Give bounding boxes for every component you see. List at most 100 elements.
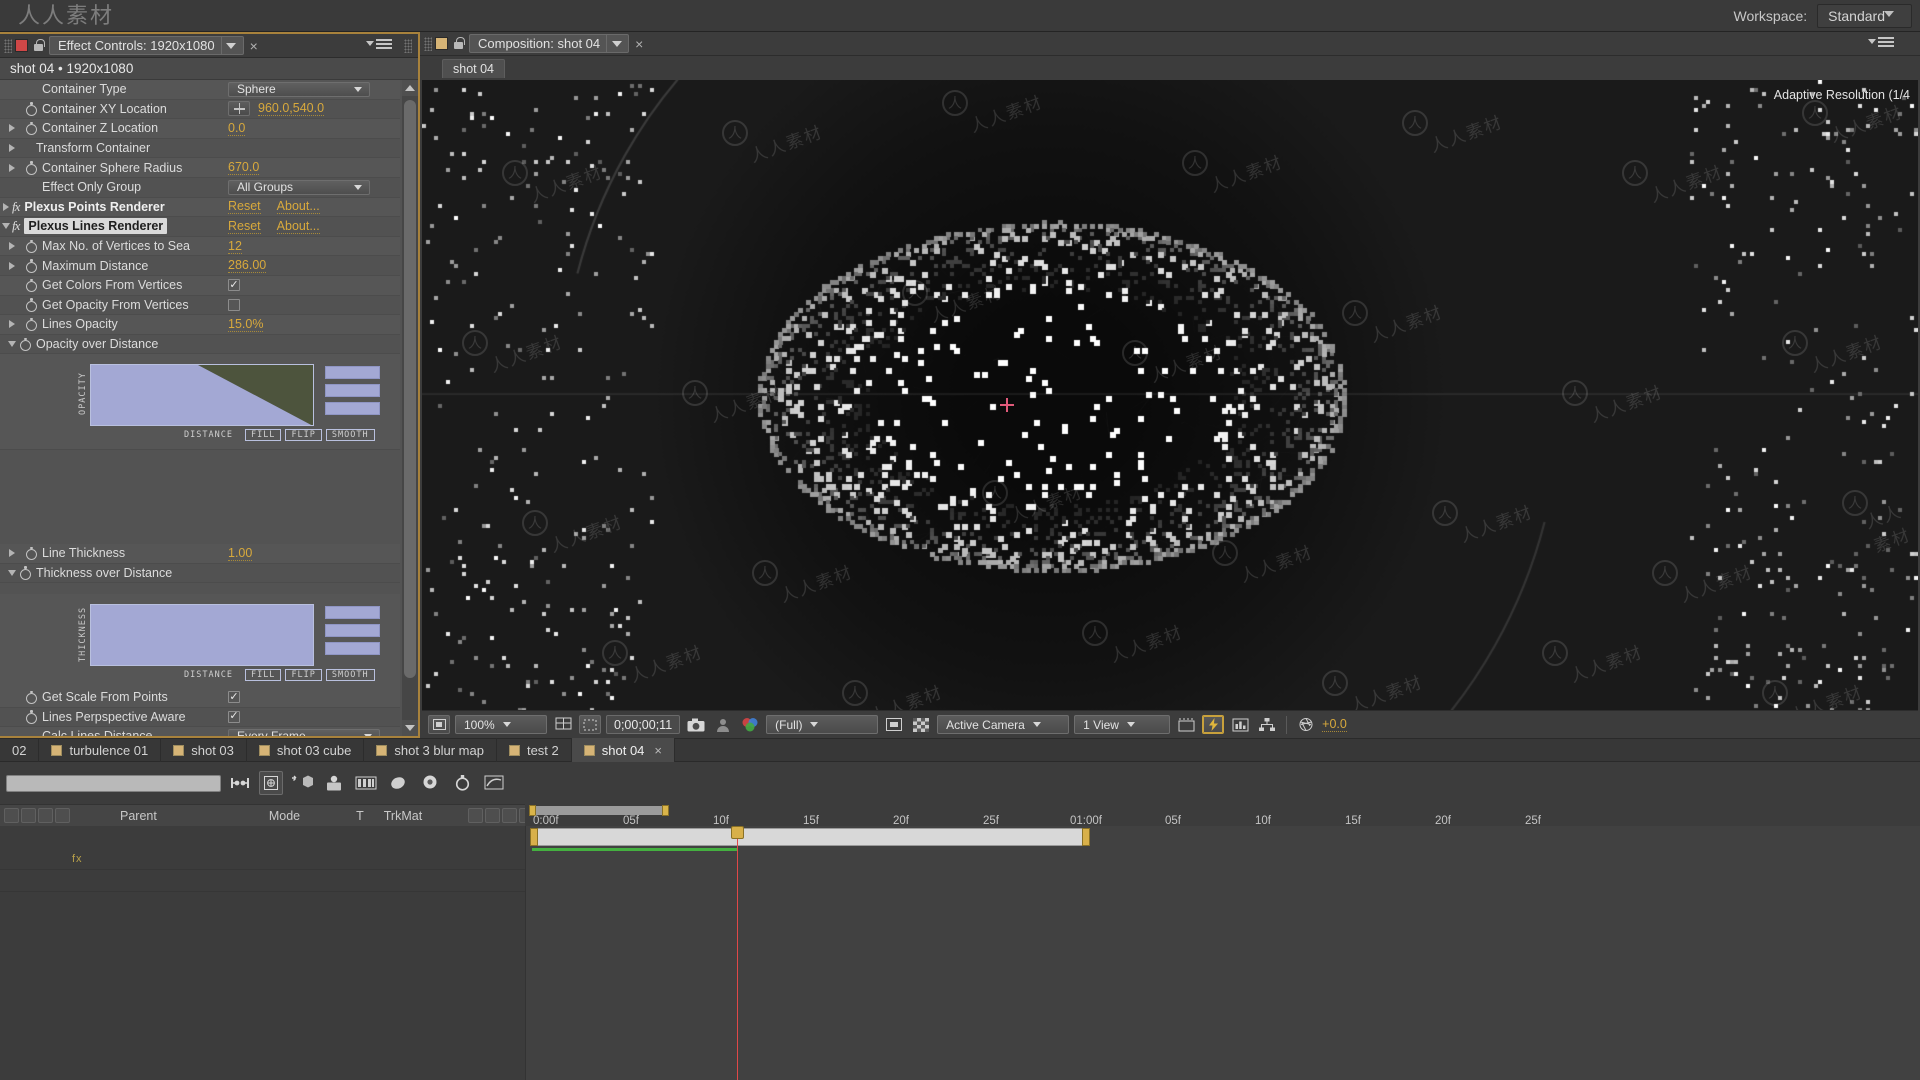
effect-row-checkbox[interactable]: ✓ — [228, 710, 240, 723]
composition-viewer[interactable]: Adaptive Resolution (1/4 人人素材人人素材人人素材人人素… — [422, 80, 1918, 710]
audio-toggle-icon[interactable] — [485, 808, 501, 823]
playhead[interactable] — [731, 826, 744, 1080]
stopwatch-icon[interactable] — [24, 161, 38, 175]
search-input[interactable] — [6, 774, 221, 792]
twirl-arrow[interactable] — [6, 341, 18, 348]
effect-row-value[interactable]: 1.00 — [228, 546, 253, 561]
audio-icon[interactable] — [21, 808, 36, 823]
effect-row-transform-container[interactable]: Transform Container — [0, 138, 400, 159]
twirl-arrow[interactable] — [6, 144, 18, 153]
effect-row-container-z-location[interactable]: Container Z Location 0.0 — [0, 119, 400, 139]
close-icon[interactable]: × — [250, 38, 258, 54]
effect-row-opacity-over-distance[interactable]: Opacity over Distance — [0, 334, 400, 355]
graph-fill-button[interactable]: FILL — [244, 669, 282, 681]
graph-plot-area[interactable] — [90, 364, 314, 426]
subtab-shot-04[interactable]: shot 04 — [442, 59, 506, 78]
resolution-select[interactable]: (Full) — [766, 715, 879, 734]
twirl-arrow[interactable] — [0, 223, 12, 230]
effect-row-get-colors-from-vertices[interactable]: Get Colors From Vertices ✓ — [0, 275, 400, 296]
effect-row-checkbox[interactable] — [228, 298, 240, 311]
effect-row-value[interactable]: 0.0 — [228, 121, 246, 136]
effect-row-checkbox[interactable]: ✓ — [228, 279, 240, 292]
twirl-arrow[interactable] — [6, 261, 18, 270]
stopwatch-icon[interactable] — [24, 259, 38, 273]
twirl-arrow[interactable] — [0, 202, 12, 211]
position-picker-button[interactable] — [228, 101, 250, 117]
effect-row-maximum-distance[interactable]: Maximum Distance 286.00 — [0, 256, 400, 276]
stopwatch-icon[interactable] — [24, 121, 38, 136]
motion-blur-button[interactable] — [385, 770, 411, 796]
transparency-grid-button[interactable] — [910, 715, 932, 734]
stopwatch-icon[interactable] — [24, 546, 38, 561]
effect-row-container-xy-location[interactable]: Container XY Location 960.0,540.0 — [0, 99, 400, 120]
quality-button[interactable] — [353, 770, 379, 796]
timeline-tab-shot-03-cube[interactable]: shot 03 cube — [247, 738, 365, 762]
graph-preset-3[interactable] — [325, 642, 380, 655]
collapse-transformations-button[interactable] — [321, 770, 347, 796]
effect-controls-scrollbar[interactable] — [402, 80, 418, 736]
effect-row-dropdown[interactable]: All Groups — [228, 179, 370, 195]
solo-icon[interactable] — [38, 808, 53, 823]
effect-row-container-type[interactable]: Container Type Sphere — [0, 80, 400, 100]
effect-row-lines-opacity[interactable]: Lines Opacity 15.0% — [0, 315, 400, 335]
graph-flip-button[interactable]: FLIP — [285, 429, 322, 441]
chevron-down-icon[interactable] — [1884, 11, 1894, 17]
pixel-aspect-button[interactable] — [1175, 715, 1197, 734]
tab-composition[interactable]: Composition: shot 04 — [469, 34, 630, 53]
timeline-tab-turbulence-01[interactable]: turbulence 01 — [39, 738, 162, 762]
exposure-reset-button[interactable] — [1295, 715, 1317, 734]
auto-keyframe-button[interactable] — [449, 770, 475, 796]
panel-menu-button[interactable] — [366, 39, 392, 51]
graph-preset-3[interactable] — [325, 402, 380, 415]
twirl-arrow[interactable] — [6, 320, 18, 329]
work-area-start-handle[interactable] — [530, 828, 538, 846]
scroll-up-button[interactable] — [402, 80, 418, 96]
graph-preset-2[interactable] — [325, 624, 380, 637]
effect-row-max-no-of-vertices-to-sea[interactable]: Max No. of Vertices to Sea 12 — [0, 236, 400, 257]
graph-smooth-button[interactable]: SMOOTH — [325, 429, 375, 441]
stopwatch-icon[interactable] — [24, 298, 38, 312]
composition-mini-flowchart-icon[interactable] — [227, 770, 253, 796]
effect-row-get-opacity-from-vertices[interactable]: Get Opacity From Vertices — [0, 295, 400, 316]
graph-editor-button[interactable] — [481, 770, 507, 796]
effect-row-value[interactable]: 15.0% — [228, 317, 264, 332]
opacity-over-distance-graph[interactable]: OPACITY DISTANCE FILL FLIP SMOOTH — [0, 354, 400, 450]
zoom-select[interactable]: 100% — [455, 715, 547, 734]
fast-previews-button[interactable] — [1202, 715, 1225, 734]
navigator-handle-right[interactable] — [662, 805, 669, 816]
lock-icon[interactable] — [32, 38, 45, 53]
graph-smooth-button[interactable]: SMOOTH — [325, 669, 375, 681]
playhead-handle[interactable] — [731, 826, 744, 839]
lock-icon[interactable] — [452, 36, 465, 51]
panel-grip-icon[interactable] — [4, 38, 12, 53]
effect-row-value[interactable]: 670.0 — [228, 160, 260, 176]
reset-link[interactable]: Reset — [228, 219, 261, 234]
panel-grip-icon[interactable] — [424, 36, 432, 51]
hide-shy-layers-button[interactable] — [289, 770, 315, 796]
panel-grip-right-icon[interactable] — [404, 39, 412, 53]
effect-row-dropdown[interactable]: Sphere — [228, 81, 370, 97]
scrollbar-thumb[interactable] — [404, 100, 416, 678]
take-snapshot-button[interactable] — [685, 715, 707, 734]
timeline-tab-test-2[interactable]: test 2 — [497, 738, 572, 762]
effect-row-get-scale-from-points[interactable]: Get Scale From Points ✓ — [0, 688, 400, 708]
effect-row-value[interactable]: 286.00 — [228, 258, 267, 274]
effect-row-plexus-lines-renderer[interactable]: fx Plexus Lines Renderer Reset About... — [0, 217, 400, 237]
camera-select[interactable]: Active Camera — [937, 715, 1070, 734]
twirl-arrow[interactable] — [6, 124, 18, 133]
exposure-value[interactable]: +0.0 — [1322, 717, 1347, 732]
close-icon[interactable]: × — [635, 36, 643, 52]
channel-select-button[interactable] — [739, 715, 761, 734]
about-link[interactable]: About... — [276, 219, 320, 234]
effect-row-line-thickness[interactable]: Line Thickness 1.00 — [0, 544, 400, 564]
stopwatch-icon[interactable] — [24, 710, 38, 724]
twirl-arrow[interactable] — [6, 163, 18, 172]
stopwatch-icon[interactable] — [24, 278, 38, 293]
effect-row-lines-perpspective-aware[interactable]: Lines Perpspective Aware ✓ — [0, 707, 400, 728]
workspace-select[interactable]: Standard — [1817, 3, 1912, 28]
graph-preset-1[interactable] — [325, 366, 380, 379]
solo-toggle-icon[interactable] — [502, 808, 518, 823]
tab-dropdown-button[interactable] — [220, 37, 241, 54]
timeline-tab-shot-3-blur-map[interactable]: shot 3 blur map — [364, 738, 497, 762]
grid-guides-button[interactable] — [552, 715, 574, 734]
